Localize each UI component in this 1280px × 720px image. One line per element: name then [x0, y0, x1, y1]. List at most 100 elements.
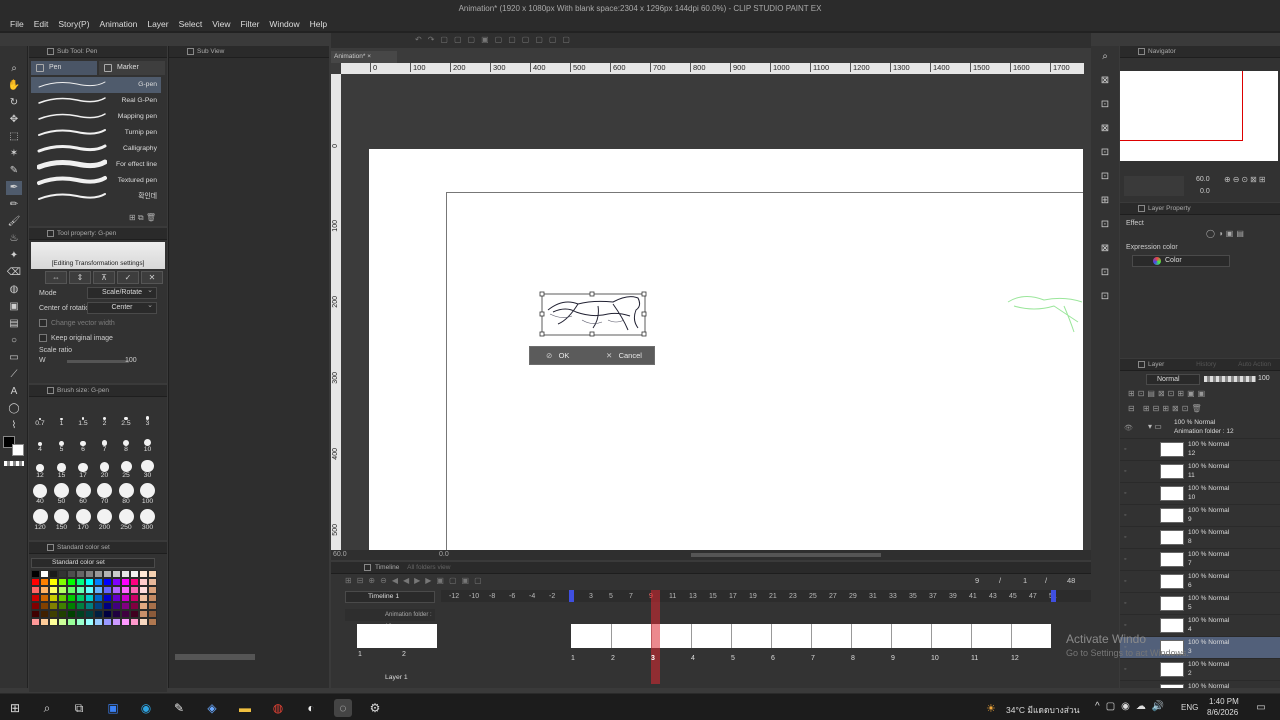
subtool-actions-icons[interactable]: ⊞ ⧉ 🗑	[129, 213, 156, 223]
color-swatch[interactable]	[85, 602, 94, 610]
color-swatch[interactable]	[121, 618, 130, 626]
color-swatch[interactable]	[112, 610, 121, 618]
eye-icon[interactable]: ◦	[1124, 534, 1126, 541]
color-swatch[interactable]	[49, 586, 58, 594]
task-view-icon[interactable]: ⧉	[70, 699, 88, 717]
language-indicator[interactable]: ENG	[1181, 703, 1198, 712]
auto-select-icon[interactable]: ✶	[6, 147, 22, 161]
eye-icon[interactable]: ◦	[1124, 622, 1126, 629]
panel-icon-8[interactable]: ⊠	[1097, 242, 1113, 256]
color-swatch[interactable]	[85, 594, 94, 602]
color-swatch[interactable]	[103, 602, 112, 610]
panel-icon-3[interactable]: ⊠	[1097, 122, 1113, 136]
search-icon[interactable]: ⌕	[38, 699, 56, 717]
brush-size-item[interactable]: 3	[137, 405, 159, 427]
brush-size-item[interactable]: 15	[51, 457, 73, 479]
blend-tool-icon[interactable]: ◍	[6, 283, 22, 297]
color-swatch[interactable]	[31, 578, 40, 586]
color-swatch[interactable]	[67, 594, 76, 602]
color-swatch[interactable]	[94, 570, 103, 578]
eye-icon[interactable]: ◦	[1124, 600, 1126, 607]
text-tool-icon[interactable]: A	[6, 385, 22, 399]
brush-item[interactable]: For effect line	[31, 157, 161, 173]
color-swatch[interactable]	[58, 602, 67, 610]
track-animation-folder[interactable]: Animation folder : 12	[345, 609, 435, 630]
tab-history[interactable]: History	[1196, 361, 1216, 368]
menu-item-layer[interactable]: Layer	[142, 17, 173, 31]
opacity-slider[interactable]	[1204, 376, 1256, 382]
brush-size-item[interactable]: 40	[29, 483, 51, 505]
panel-icon-2[interactable]: ⊡	[1097, 98, 1113, 112]
w-value[interactable]: 100	[125, 356, 137, 366]
brush-item[interactable]: Mapping pen	[31, 109, 161, 125]
hand-tool-icon[interactable]: ✋	[6, 79, 22, 93]
rotate-tool-icon[interactable]: ↻	[6, 96, 22, 110]
layer-row[interactable]: ◦ 100 % Normal 8	[1120, 527, 1280, 549]
color-swatch[interactable]	[121, 578, 130, 586]
color-swatch[interactable]	[67, 610, 76, 618]
color-swatch[interactable]	[67, 578, 76, 586]
color-swatch[interactable]	[130, 610, 139, 618]
color-swatch[interactable]	[130, 578, 139, 586]
color-swatch[interactable]	[94, 586, 103, 594]
eye-icon[interactable]: ◦	[1124, 468, 1126, 475]
navigator-zoom[interactable]: 60.0	[1196, 176, 1210, 183]
cancel-icon[interactable]: ✕	[141, 271, 163, 284]
color-swatch[interactable]	[130, 602, 139, 610]
color-swatch[interactable]	[94, 578, 103, 586]
eye-icon[interactable]: ◦	[1124, 490, 1126, 497]
panel-icon-6[interactable]: ⊞	[1097, 194, 1113, 208]
brush-size-item[interactable]: 4	[29, 431, 51, 453]
clip-studio-paint-icon[interactable]: ◐	[302, 699, 320, 717]
color-swatch[interactable]	[40, 618, 49, 626]
color-swatch[interactable]	[94, 610, 103, 618]
change-vector-checkbox[interactable]	[39, 319, 47, 327]
brush-size-item[interactable]: 250	[115, 509, 137, 531]
figure-tool-icon[interactable]: ○	[6, 334, 22, 348]
color-swatch[interactable]	[85, 578, 94, 586]
brush-size-item[interactable]: 7	[94, 431, 116, 453]
color-swatch[interactable]	[148, 578, 157, 586]
correct-line-tool-icon[interactable]: ⌇	[6, 419, 22, 433]
brush-size-item[interactable]: 100	[137, 483, 159, 505]
brush-item[interactable]: 확인데	[31, 189, 161, 205]
panel-icon-4[interactable]: ⊡	[1097, 146, 1113, 160]
navigator-sliders[interactable]	[1124, 176, 1184, 196]
decoration-tool-icon[interactable]: ✦	[6, 249, 22, 263]
color-swatch[interactable]	[121, 602, 130, 610]
color-swatch[interactable]	[148, 618, 157, 626]
color-swatch[interactable]	[76, 618, 85, 626]
color-swatch[interactable]	[31, 594, 40, 602]
color-swatch[interactable]	[130, 570, 139, 578]
fit-icon[interactable]: ⊼	[93, 271, 115, 284]
color-swatch[interactable]	[148, 586, 157, 594]
layer-row[interactable]: ◦ 100 % Normal 9	[1120, 505, 1280, 527]
color-swatch[interactable]	[58, 570, 67, 578]
brush-size-item[interactable]: 150	[51, 509, 73, 531]
active-app-icon[interactable]: ◌	[334, 699, 352, 717]
color-swatch[interactable]	[121, 610, 130, 618]
color-swatch[interactable]	[58, 610, 67, 618]
subview-scroll[interactable]	[175, 654, 255, 660]
layer-row[interactable]: ◦ 100 % Normal 5	[1120, 593, 1280, 615]
color-swatch[interactable]	[58, 586, 67, 594]
color-swatch[interactable]	[40, 610, 49, 618]
balloon-tool-icon[interactable]: ◯	[6, 402, 22, 416]
brush-size-item[interactable]: 200	[94, 509, 116, 531]
layer-row[interactable]: ◦ 100 % Normal 12	[1120, 439, 1280, 461]
menu-item-file[interactable]: File	[0, 17, 29, 31]
color-swatch[interactable]	[121, 586, 130, 594]
color-swatch[interactable]	[112, 578, 121, 586]
pencil-tool-icon[interactable]: ✏	[6, 198, 22, 212]
brush-size-item[interactable]: 30	[137, 457, 159, 479]
brush-size-item[interactable]: 6	[72, 431, 94, 453]
horizontal-scrollbar[interactable]	[691, 553, 881, 557]
store-icon[interactable]: ▣	[104, 699, 122, 717]
brush-size-item[interactable]: 70	[94, 483, 116, 505]
brush-item[interactable]: Turnip pen	[31, 125, 161, 141]
brush-size-item[interactable]: 1	[51, 405, 73, 427]
brush-size-item[interactable]: 12	[29, 457, 51, 479]
color-swatch[interactable]	[40, 602, 49, 610]
eye-icon[interactable]: 👁	[1124, 424, 1133, 432]
color-swatch[interactable]	[130, 594, 139, 602]
